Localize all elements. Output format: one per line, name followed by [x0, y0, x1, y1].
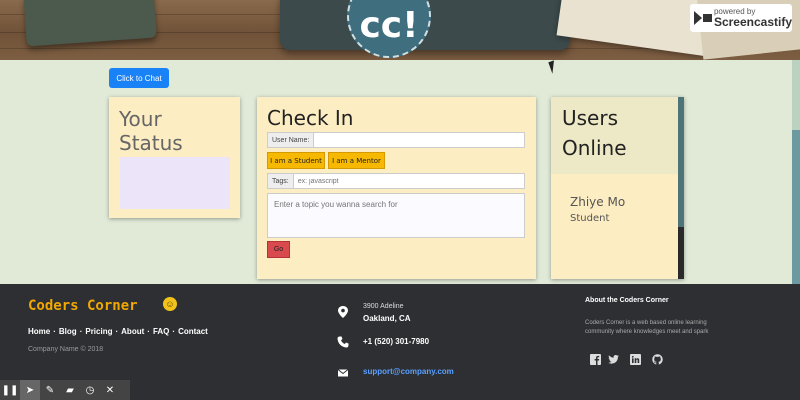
camera-icon — [694, 11, 712, 25]
online-user-role: Student — [570, 213, 610, 224]
users-online-title: Users Online — [562, 106, 627, 160]
eraser-tool-icon[interactable]: ▰ — [60, 380, 80, 400]
phone-number[interactable]: +1 (520) 301-7980 — [363, 337, 429, 346]
footer-link-faq[interactable]: FAQ — [153, 327, 169, 336]
checkin-title: Check In — [267, 106, 354, 130]
bee-emoji-icon: ☺ — [163, 297, 177, 311]
status-box — [120, 157, 230, 209]
github-icon[interactable] — [652, 354, 663, 365]
go-button[interactable]: Go — [267, 241, 290, 258]
user-name-label: User Name: — [268, 133, 315, 147]
user-name-input[interactable] — [314, 133, 524, 147]
about-title: About the Coders Corner — [585, 297, 669, 304]
footer-link-home[interactable]: Home — [28, 327, 50, 336]
address-street: 3900 Adeline — [363, 303, 404, 310]
tags-group: Tags: — [267, 173, 525, 189]
footer-link-blog[interactable]: Blog — [59, 327, 77, 336]
student-button[interactable]: I am a Student — [267, 152, 325, 169]
timer-icon[interactable]: ◷ — [80, 380, 100, 400]
page-scroll-thumb[interactable] — [792, 130, 800, 284]
footer-link-pricing[interactable]: Pricing — [85, 327, 112, 336]
copyright-text: Company Name © 2018 — [28, 346, 104, 353]
footer-nav: Home · Blog · Pricing · About · FAQ · Contact — [28, 327, 208, 336]
book-image — [23, 0, 157, 47]
mentor-button[interactable]: I am a Mentor — [328, 152, 385, 169]
tags-input[interactable] — [293, 174, 524, 188]
envelope-icon — [337, 369, 349, 377]
pointer-tool-icon[interactable]: ➤ — [20, 380, 40, 400]
pause-icon[interactable]: ❚❚ — [0, 380, 20, 400]
screencastify-watermark: powered by Screencastify — [690, 4, 792, 32]
mouse-cursor-icon — [548, 58, 564, 74]
map-marker-icon — [338, 306, 348, 318]
status-card: Your Status — [109, 97, 240, 218]
about-text: Coders Corner is a web based online lear… — [585, 320, 709, 335]
footer-link-about[interactable]: About — [121, 327, 144, 336]
pen-tool-icon[interactable]: ✎ — [40, 380, 60, 400]
topic-textarea[interactable] — [267, 193, 525, 238]
twitter-icon[interactable] — [608, 354, 619, 365]
online-user-name[interactable]: Zhiye Mo — [570, 195, 625, 209]
close-icon[interactable]: ✕ — [100, 380, 120, 400]
linkedin-icon[interactable] — [630, 354, 641, 365]
footer-link-contact[interactable]: Contact — [178, 327, 208, 336]
status-title: Your Status — [119, 107, 183, 155]
recording-toolbar: ❚❚ ➤ ✎ ▰ ◷ ✕ — [0, 380, 130, 400]
footer-brand: Coders Corner — [28, 298, 138, 314]
support-email-link[interactable]: support@company.com — [363, 367, 454, 376]
watermark-brand: Screencastify — [713, 15, 792, 29]
facebook-icon[interactable] — [590, 354, 601, 365]
users-online-card: Users Online Zhiye Mo Student — [551, 97, 684, 279]
address-city: Oakland, CA — [363, 314, 411, 323]
tags-label: Tags: — [268, 174, 294, 188]
users-scroll-thumb[interactable] — [678, 97, 684, 227]
user-name-group: User Name: — [267, 132, 525, 148]
click-to-chat-button[interactable]: Click to Chat — [109, 68, 169, 88]
phone-icon — [337, 336, 349, 348]
